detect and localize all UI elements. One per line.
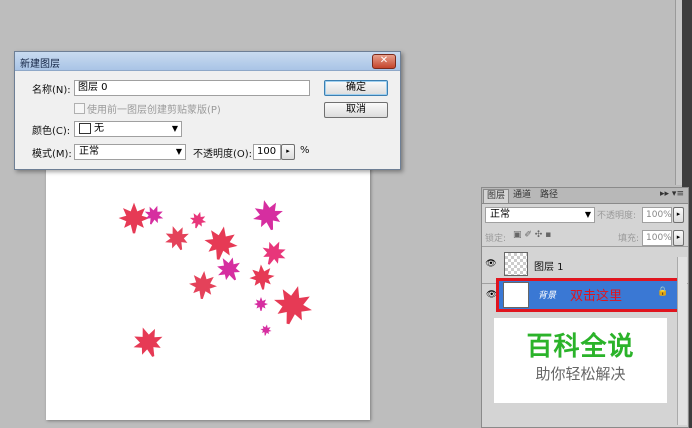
panel-opacity-input[interactable]: 100% bbox=[642, 207, 672, 223]
maple-leaf bbox=[189, 211, 207, 229]
opacity-input[interactable]: 100 bbox=[253, 144, 281, 160]
fill-input[interactable]: 100% bbox=[642, 230, 672, 246]
mode-value: 正常 bbox=[79, 146, 99, 157]
blend-mode-value: 正常 bbox=[490, 209, 510, 220]
tab-layers[interactable]: 图层 bbox=[483, 189, 510, 203]
color-label: 颜色(C): bbox=[32, 126, 71, 137]
tab-channels[interactable]: 通道 bbox=[510, 189, 534, 202]
name-input[interactable]: 图层 0 bbox=[74, 80, 310, 96]
cancel-button[interactable]: 取消 bbox=[324, 102, 388, 118]
lock-icons[interactable]: ▣ ✐ ✣ ▪ bbox=[513, 230, 551, 240]
panel-opacity-label: 不透明度: bbox=[597, 211, 637, 221]
leaves-artwork bbox=[118, 200, 312, 357]
opacity-unit: % bbox=[300, 145, 310, 156]
panel-opacity-slider[interactable]: ▸ bbox=[673, 207, 684, 223]
clip-mask-checkbox[interactable] bbox=[74, 103, 85, 114]
mode-label: 模式(M): bbox=[32, 149, 72, 160]
maple-leaf bbox=[260, 324, 272, 336]
maple-leaf bbox=[204, 226, 238, 260]
new-layer-dialog: 新建图层 ✕ 名称(N): 图层 0 使用前一图层创建剪贴蒙版(P) 颜色(C)… bbox=[14, 51, 401, 170]
chevron-down-icon: ▼ bbox=[171, 124, 178, 133]
opacity-slider-button[interactable]: ▸ bbox=[281, 144, 295, 160]
blend-mode-select[interactable]: 正常 ▼ bbox=[485, 207, 595, 223]
panel-menu-icon[interactable]: ▸▸ ▾≡ bbox=[660, 189, 684, 199]
maple-leaf bbox=[133, 327, 163, 357]
maple-leaf bbox=[262, 241, 286, 265]
maple-leaf bbox=[144, 205, 164, 225]
maple-leaf bbox=[165, 226, 189, 251]
watermark: 百科全说 助你轻松解决 bbox=[494, 318, 667, 403]
fill-label: 填充: bbox=[618, 234, 640, 244]
eye-icon[interactable]: 👁 bbox=[485, 258, 497, 270]
mode-select[interactable]: 正常 ▼ bbox=[74, 144, 186, 160]
watermark-subtitle: 助你轻松解决 bbox=[535, 365, 626, 383]
maple-leaf bbox=[249, 264, 275, 290]
name-label: 名称(N): bbox=[32, 85, 71, 96]
layer-name[interactable]: 图层 1 bbox=[534, 258, 564, 273]
panel-scrollbar[interactable] bbox=[677, 257, 687, 425]
maple-leaf bbox=[254, 297, 268, 311]
color-select[interactable]: 无 ▼ bbox=[74, 121, 182, 137]
watermark-title: 百科全说 bbox=[526, 332, 635, 362]
fill-slider[interactable]: ▸ bbox=[673, 230, 684, 246]
layer-thumbnail bbox=[504, 252, 528, 276]
maple-leaf bbox=[118, 202, 150, 234]
chevron-down-icon: ▼ bbox=[584, 210, 591, 219]
ok-button[interactable]: 确定 bbox=[324, 80, 388, 96]
maple-leaf bbox=[253, 200, 283, 231]
dialog-titlebar[interactable]: 新建图层 ✕ bbox=[15, 52, 400, 71]
maple-leaf bbox=[274, 286, 312, 325]
opacity-label: 不透明度(O): bbox=[193, 149, 253, 160]
chevron-down-icon: ▼ bbox=[175, 147, 182, 156]
color-swatch bbox=[79, 122, 91, 134]
clip-mask-label: 使用前一图层创建剪贴蒙版(P) bbox=[87, 105, 221, 116]
close-icon[interactable]: ✕ bbox=[372, 54, 396, 69]
dialog-title: 新建图层 bbox=[20, 59, 60, 70]
annotation-highlight-box bbox=[496, 278, 682, 312]
lock-label: 锁定: bbox=[485, 234, 507, 244]
maple-leaf bbox=[189, 271, 217, 300]
document-canvas[interactable] bbox=[46, 165, 370, 420]
panel-tabs: 图层 通道 路径 ▸▸ ▾≡ bbox=[482, 188, 688, 204]
tab-paths[interactable]: 路径 bbox=[537, 189, 561, 202]
color-value: 无 bbox=[94, 123, 104, 134]
